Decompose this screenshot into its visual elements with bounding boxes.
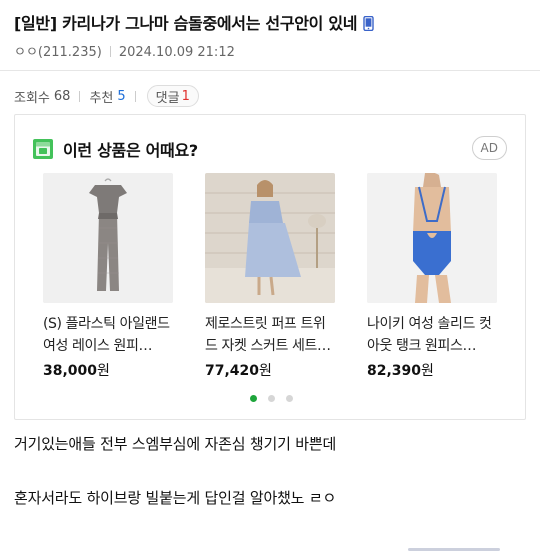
post-title-text: [일반] 카리나가 그나마 슴돌중에서는 선구안이 있네 <box>14 14 358 33</box>
carousel-dot[interactable] <box>286 395 293 402</box>
post-datetime: 2024.10.09 21:12 <box>118 45 235 60</box>
product-name: 제로스트릿 퍼프 트위드 자켓 스커트 세트… <box>205 316 331 354</box>
product-name: (S) 플라스틱 아일랜드 여성 레이스 원피… <box>43 316 170 354</box>
product-card[interactable]: 나이키 여성 솔리드 컷아웃 탱크 원피스… 82,390원 <box>367 173 499 380</box>
ad-heading: 이런 상품은 어때요? <box>63 141 198 160</box>
views-label: 조회수 <box>14 90 50 106</box>
comments-count: 1 <box>181 88 190 104</box>
views-count: 68 <box>53 88 71 104</box>
product-name: 나이키 여성 솔리드 컷아웃 탱크 원피스… <box>367 316 492 354</box>
carousel-dot[interactable] <box>268 395 275 402</box>
mobile-phone-icon <box>363 15 374 35</box>
price-unit: 원 <box>97 363 110 379</box>
post-header: [일반] 카리나가 그나마 슴돌중에서는 선구안이 있네 ㅇㅇ(211.235)… <box>0 0 540 70</box>
product-price: 82,390원 <box>367 360 499 380</box>
post-body-line: 거기있는애들 전부 스엠부심에 자존심 챙기기 바쁜데 <box>14 435 337 453</box>
price-value: 82,390 <box>367 363 422 379</box>
meta-divider <box>109 46 111 57</box>
product-image[interactable] <box>43 173 173 303</box>
post-stats: 조회수 68 추천 5 댓글 1 <box>14 85 199 107</box>
product-card[interactable]: (S) 플라스틱 아일랜드 여성 레이스 원피… 38,000원 <box>43 173 175 380</box>
ad-recommendation-box: 이런 상품은 어때요? AD (S) 플라스틱 아일랜드 여성 레이스 원피… … <box>14 114 526 420</box>
product-image[interactable] <box>367 173 497 303</box>
product-price: 77,420원 <box>205 360 337 380</box>
price-unit: 원 <box>259 363 272 379</box>
price-unit: 원 <box>421 363 434 379</box>
stats-divider <box>134 90 136 102</box>
carousel-pagination <box>250 395 304 402</box>
price-value: 38,000 <box>43 363 98 379</box>
author-name[interactable]: ㅇㅇ(211.235) <box>14 45 102 60</box>
product-image[interactable] <box>205 173 335 303</box>
price-value: 77,420 <box>205 363 260 379</box>
ad-header: 이런 상품은 어때요? <box>33 137 198 161</box>
comments-label: 댓글 <box>155 90 180 106</box>
product-price: 38,000원 <box>43 360 175 380</box>
post-body-line: 혼자서라도 하이브랑 빌붙는게 답인걸 알아챘노 ㄹㅇ <box>14 489 337 507</box>
comments-button[interactable]: 댓글 1 <box>146 85 199 107</box>
post-title: [일반] 카리나가 그나마 슴돌중에서는 선구안이 있네 <box>14 10 374 35</box>
ad-badge[interactable]: AD <box>471 136 507 160</box>
recommend-count: 5 <box>117 88 126 104</box>
stats-divider <box>79 90 81 102</box>
product-card[interactable]: 제로스트릿 퍼프 트위드 자켓 스커트 세트… 77,420원 <box>205 173 337 380</box>
post-meta: ㅇㅇ(211.235) 2024.10.09 21:12 <box>14 41 235 60</box>
carousel-dot[interactable] <box>250 395 257 402</box>
shopping-logo-icon <box>33 139 53 159</box>
header-divider <box>0 70 540 71</box>
recommend-label: 추천 <box>89 90 114 106</box>
